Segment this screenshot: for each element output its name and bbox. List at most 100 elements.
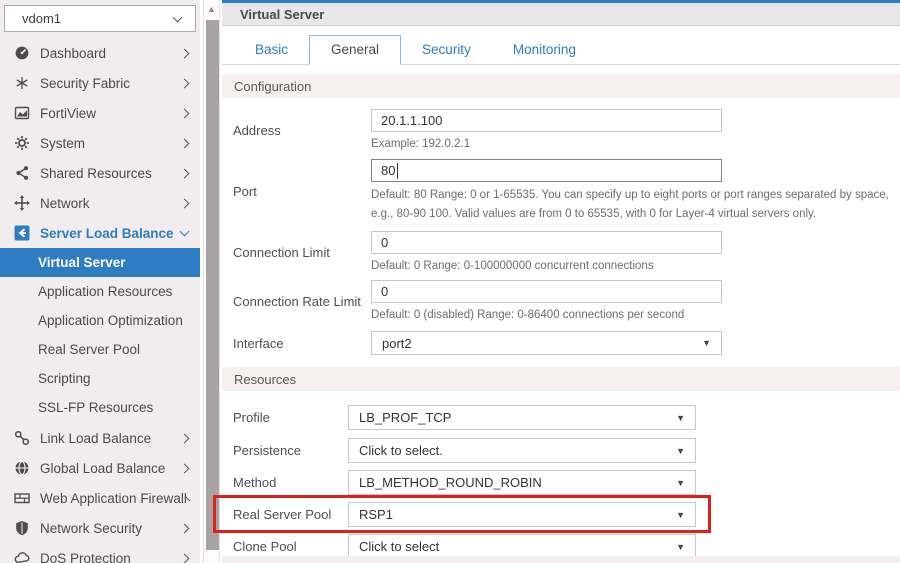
chevron-right-icon (179, 553, 190, 563)
sidebar-item-label: Link Load Balance (40, 430, 152, 446)
port-input[interactable] (371, 159, 722, 182)
wall-icon (13, 490, 30, 507)
gear-icon (13, 135, 30, 152)
link-icon (13, 430, 30, 447)
field-label: Profile (233, 410, 270, 425)
tab-security[interactable]: Security (401, 36, 492, 64)
field-label: Connection Rate Limit (233, 293, 361, 309)
dropdown-value: Click to select. (359, 443, 443, 458)
field-row-interface: Interface port2 ▼ (222, 331, 900, 355)
dropdown-caret-icon: ▼ (702, 338, 711, 348)
chevron-right-icon (179, 198, 190, 208)
chevron-right-icon (179, 463, 190, 473)
sidebar-item-network-security[interactable]: Network Security (0, 513, 200, 543)
chevron-right-icon (179, 523, 190, 533)
dropdown-caret-icon: ▼ (676, 509, 685, 520)
dropdown-value: LB_PROF_TCP (359, 410, 452, 425)
sidebar-item-label: Security Fabric (40, 75, 131, 91)
sidebar-item-label: Network Security (40, 520, 143, 536)
sidebar-item-network[interactable]: Network (0, 188, 200, 218)
field-row-connection-rate-limit: Connection Rate Limit Default: 0 (disabl… (222, 280, 900, 322)
connection-rate-limit-input[interactable] (371, 280, 722, 303)
sidebar-item-label: Global Load Balance (40, 460, 166, 476)
field-row-connection-limit: Connection Limit Default: 0 Range: 0-100… (222, 231, 900, 273)
field-label: Connection Limit (233, 244, 330, 260)
persistence-dropdown[interactable]: Click to select. ▼ (348, 438, 696, 463)
sidebar-subitem-real-server-pool[interactable]: Real Server Pool (0, 335, 200, 364)
dropdown-caret-icon: ▼ (676, 477, 685, 488)
globe-icon (13, 460, 30, 477)
tab-general[interactable]: General (309, 35, 402, 65)
dropdown-caret-icon: ▼ (676, 445, 685, 456)
sidebar-subitem-ssl-fp-resources[interactable]: SSL-FP Resources (0, 393, 200, 422)
chevron-right-icon (179, 138, 190, 148)
sidebar-subitem-virtual-server[interactable]: Virtual Server (0, 248, 200, 277)
scroll-up-arrow-icon[interactable]: ▲ (204, 0, 219, 18)
field-label: Interface (233, 335, 284, 351)
dropdown-value: LB_METHOD_ROUND_ROBIN (359, 475, 542, 490)
field-label: Persistence (233, 443, 301, 458)
sidebar-item-global-load-balance[interactable]: Global Load Balance (0, 453, 200, 483)
field-row-profile: Profile LB_PROF_TCP ▼ (222, 405, 900, 430)
dropdown-value: port2 (382, 335, 412, 351)
page-title: Virtual Server (240, 6, 325, 22)
scrollbar-thumb[interactable] (206, 20, 219, 550)
address-input[interactable] (371, 109, 722, 132)
method-dropdown[interactable]: LB_METHOD_ROUND_ROBIN ▼ (348, 470, 696, 495)
load-balance-icon (13, 225, 30, 242)
shield-icon (13, 520, 30, 537)
text-cursor (397, 163, 398, 179)
chevron-right-icon (179, 433, 190, 443)
sidebar-item-link-load-balance[interactable]: Link Load Balance (0, 423, 200, 453)
section-configuration: Configuration (222, 74, 900, 98)
field-row-persistence: Persistence Click to select. ▼ (222, 438, 900, 463)
main-content: Virtual Server Basic General Security Mo… (213, 0, 900, 563)
section-resources: Resources (222, 367, 900, 391)
chevron-right-icon (179, 168, 190, 178)
move-arrows-icon (13, 195, 30, 212)
sidebar-item-label: FortiView (40, 105, 97, 121)
sidebar-item-system[interactable]: System (0, 128, 200, 158)
sidebar-item-shared-resources[interactable]: Shared Resources (0, 158, 200, 188)
sidebar-item-label: System (40, 135, 86, 151)
sidebar-item-web-application-firewall[interactable]: Web Application Firewall (0, 483, 200, 513)
real-server-pool-dropdown[interactable]: RSP1 ▼ (348, 502, 696, 527)
interface-dropdown[interactable]: port2 ▼ (371, 331, 722, 355)
field-help: Default: 0 (disabled) Range: 0-86400 con… (371, 309, 685, 321)
tab-basic[interactable]: Basic (234, 36, 309, 64)
vdom-selector[interactable]: vdom1 (4, 5, 196, 32)
sidebar-item-server-load-balance[interactable]: Server Load Balance (0, 218, 200, 248)
sidebar-item-dos-protection[interactable]: DoS Protection (0, 543, 200, 563)
sidebar-subitem-application-optimization[interactable]: Application Optimization (0, 306, 200, 335)
sidebar-item-label: Network (40, 195, 90, 211)
sidebar-item-fortiview[interactable]: FortiView (0, 98, 200, 128)
vertical-scrollbar[interactable]: ▲ (203, 0, 220, 563)
field-help: e.g., 80-90 100. Valid values are from 0… (371, 208, 817, 220)
field-row-method: Method LB_METHOD_ROUND_ROBIN ▼ (222, 470, 900, 495)
profile-dropdown[interactable]: LB_PROF_TCP ▼ (348, 405, 696, 430)
dropdown-caret-icon: ▼ (676, 412, 685, 423)
sidebar-subitem-application-resources[interactable]: Application Resources (0, 277, 200, 306)
field-help: Example: 192.0.2.1 (371, 138, 471, 150)
connection-limit-input[interactable] (371, 231, 722, 254)
field-label: Clone Pool (233, 539, 297, 554)
field-help: Default: 80 Range: 0 or 1-65535. You can… (371, 189, 889, 201)
fabric-icon (13, 75, 30, 92)
field-help: Default: 0 Range: 0-100000000 concurrent… (371, 260, 654, 272)
sidebar-item-label: Shared Resources (40, 165, 152, 181)
tab-monitoring[interactable]: Monitoring (492, 36, 597, 64)
sidebar-item-dashboard[interactable]: Dashboard (0, 38, 200, 68)
dropdown-caret-icon: ▼ (676, 541, 685, 552)
sidebar-item-security-fabric[interactable]: Security Fabric (0, 68, 200, 98)
next-section-strip (222, 556, 900, 563)
vdom-selector-value: vdom1 (22, 11, 62, 26)
sidebar-item-label: Dashboard (40, 45, 107, 61)
field-row-real-server-pool: Real Server Pool RSP1 ▼ (213, 495, 900, 533)
field-label: Port (233, 184, 257, 199)
sidebar-item-label: DoS Protection (40, 550, 131, 563)
gauge-icon (13, 45, 30, 62)
chevron-right-icon (179, 48, 190, 58)
dropdown-value: Click to select (359, 539, 440, 554)
chevron-down-icon (179, 226, 190, 237)
sidebar-subitem-scripting[interactable]: Scripting (0, 364, 200, 393)
